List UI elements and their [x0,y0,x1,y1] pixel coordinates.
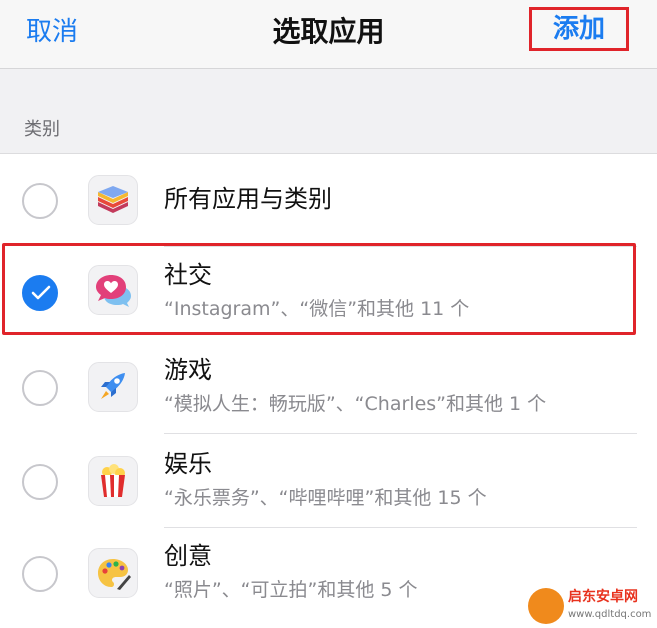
watermark-name: 启东安卓网 [568,589,638,605]
watermark-url: www.qdltdq.com [568,609,652,620]
radio-unchecked[interactable] [22,183,58,219]
row-subtitle: “永乐票务”、“哔哩哔哩”和其他 15 个 [164,487,487,509]
row-title: 娱乐 [164,450,212,478]
radio-unchecked[interactable] [22,370,58,406]
add-button[interactable]: 添加 [529,7,629,51]
watermark-logo-icon [528,588,564,624]
category-row-entertainment[interactable]: 娱乐 “永乐票务”、“哔哩哔哩”和其他 15 个 [0,434,657,526]
watermark: 启东安卓网 www.qdltdq.com [528,588,657,628]
row-title: 游戏 [164,356,212,384]
category-row-all[interactable]: 所有应用与类别 [0,153,657,247]
popcorn-icon [88,456,138,506]
section-header [0,69,657,154]
row-subtitle: “模拟人生：畅玩版”、“Charles”和其他 1 个 [164,393,547,415]
radio-unchecked[interactable] [22,464,58,500]
rocket-icon [88,362,138,412]
row-title: 创意 [164,542,212,570]
row-title: 所有应用与类别 [164,185,332,213]
nav-bar: 取消 选取应用 添加 [0,0,657,69]
section-label: 类别 [24,119,60,140]
palette-icon [88,548,138,598]
category-row-games[interactable]: 游戏 “模拟人生：畅玩版”、“Charles”和其他 1 个 [0,340,657,432]
stack-layers-icon [88,175,138,225]
highlight-box [2,243,636,335]
radio-unchecked[interactable] [22,556,58,592]
row-subtitle: “照片”、“可立拍”和其他 5 个 [164,579,418,601]
